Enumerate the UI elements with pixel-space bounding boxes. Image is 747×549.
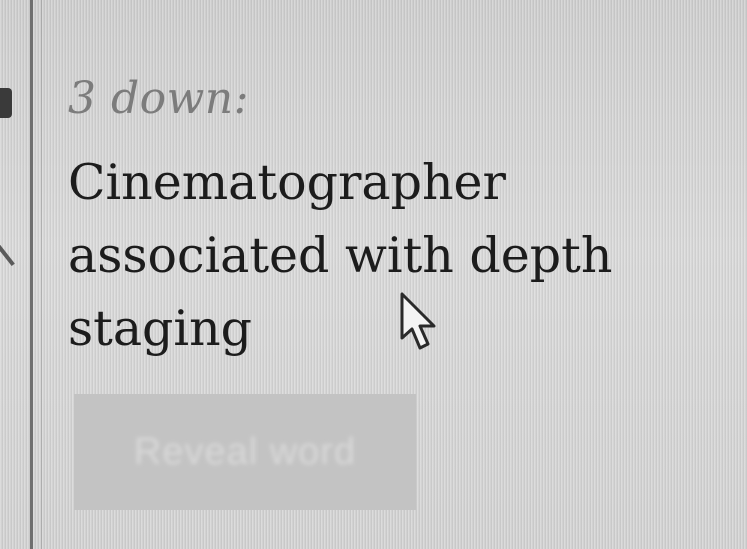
scroll-edge-mark bbox=[0, 88, 12, 118]
edge-slash-mark bbox=[0, 239, 15, 267]
clue-line: associated with depth bbox=[68, 227, 613, 284]
arrow-pointer-icon bbox=[400, 292, 436, 350]
clue-text: Cinematographer associated with depth st… bbox=[68, 146, 688, 365]
clue-line: staging bbox=[68, 300, 253, 357]
panel-left-border bbox=[30, 0, 33, 549]
reveal-word-label: Reveal word bbox=[133, 430, 357, 473]
reveal-word-button[interactable]: Reveal word bbox=[74, 394, 416, 510]
panel-inner-border bbox=[41, 0, 42, 549]
clue-number-label: 3 down: bbox=[68, 73, 249, 124]
clue-panel: 3 down: Cinematographer associated with … bbox=[68, 72, 708, 365]
clue-line: Cinematographer bbox=[68, 154, 506, 211]
